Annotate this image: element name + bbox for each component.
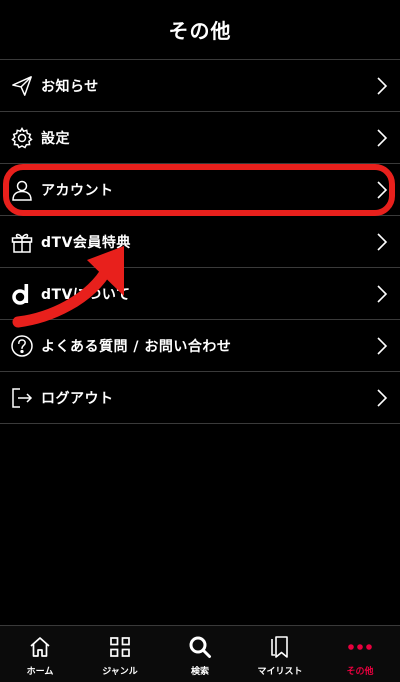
menu-item-logout[interactable]: ログアウト [0,372,400,424]
tab-mylist[interactable]: マイリスト [240,626,320,682]
tab-label: ジャンル [102,667,138,677]
logout-icon [10,386,34,410]
tab-label: 検索 [190,667,209,677]
tab-label: マイリスト [257,667,303,677]
tab-label: その他 [346,667,374,677]
dtv-logo-icon [10,282,34,306]
chevron-right-icon [377,232,388,251]
menu-item-label: お知らせ [41,78,99,95]
menu-item-label: ログアウト [41,390,114,407]
gear-icon [10,126,34,150]
menu-item-label: dTV会員特典 [41,234,131,251]
menu-item-label: 設定 [41,130,70,147]
menu-item-label: dTVについて [41,286,131,303]
tab-genre[interactable]: ジャンル [80,626,160,682]
tab-search[interactable]: 検索 [160,626,240,682]
menu-list: お知らせ 設定 アカウント dTV会員特典 dTVについて よくある質問 / お… [0,60,400,424]
menu-item-notices[interactable]: お知らせ [0,60,400,112]
menu-item-faq-contact[interactable]: よくある質問 / お問い合わせ [0,320,400,372]
tab-other[interactable]: その他 [320,626,400,682]
gift-icon [10,230,34,254]
more-dots-icon [347,634,373,660]
chevron-right-icon [377,284,388,303]
menu-item-label: よくある質問 / お問い合わせ [41,338,232,355]
menu-item-member-benefits[interactable]: dTV会員特典 [0,216,400,268]
search-icon [187,634,213,660]
chevron-right-icon [377,76,388,95]
menu-item-settings[interactable]: 設定 [0,112,400,164]
paper-plane-icon [10,74,34,98]
menu-item-label: アカウント [41,182,114,199]
chevron-right-icon [377,336,388,355]
grid-icon [107,634,133,660]
chevron-right-icon [377,128,388,147]
bottom-tab-bar: ホーム ジャンル 検索 マイリスト その他 [0,625,400,682]
page-title: その他 [168,19,232,43]
home-icon [27,634,53,660]
menu-item-account[interactable]: アカウント [0,164,400,216]
chevron-right-icon [377,180,388,199]
tab-home[interactable]: ホーム [0,626,80,682]
tab-label: ホーム [26,667,54,677]
menu-item-about-dtv[interactable]: dTVについて [0,268,400,320]
chevron-right-icon [377,388,388,407]
bookmark-list-icon [267,634,293,660]
question-circle-icon [10,334,34,358]
person-icon [10,178,34,202]
header: その他 [0,0,400,60]
